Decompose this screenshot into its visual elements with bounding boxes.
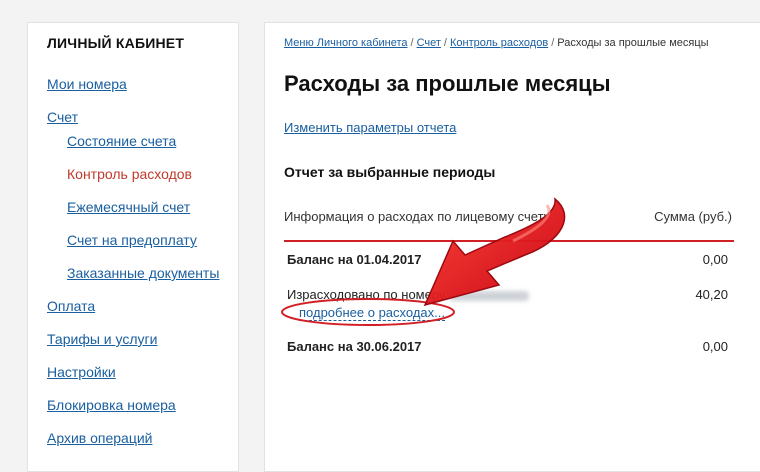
sidebar-item-account[interactable]: Счет — [47, 109, 78, 125]
report-title: Отчет за выбранные периоды — [284, 164, 496, 180]
breadcrumb-separator: / — [410, 37, 414, 49]
sidebar-title: ЛИЧНЫЙ КАБИНЕТ — [47, 35, 185, 51]
annotation-arrow-icon — [423, 197, 566, 307]
sidebar-item-account-status[interactable]: Состояние счета — [67, 133, 176, 149]
sidebar-item-number-block[interactable]: Блокировка номера — [47, 397, 176, 413]
main-content: Меню Личного кабинета / Счет / Контроль расх… — [264, 22, 760, 472]
sidebar-item-my-numbers[interactable]: Мои номера — [47, 76, 127, 92]
sidebar-item-settings[interactable]: Настройки — [47, 364, 116, 380]
breadcrumb-separator: / — [443, 37, 447, 49]
column-header-sum: Сумма (руб.) — [654, 209, 732, 224]
row-value-spent: 40,20 — [695, 287, 728, 302]
breadcrumb-current: Расходы за прошлые месяцы — [557, 37, 709, 49]
sidebar: ЛИЧНЫЙ КАБИНЕТ Мои номера Счет Состояние… — [27, 22, 239, 472]
change-params-link[interactable]: Изменить параметры отчета — [284, 120, 456, 135]
sidebar-item-tariffs[interactable]: Тарифы и услуги — [47, 331, 157, 347]
sidebar-item-operations-archive[interactable]: Архив операций — [47, 430, 153, 446]
sidebar-item-expense-control[interactable]: Контроль расходов — [67, 166, 192, 182]
row-value-opening-balance: 0,00 — [702, 252, 728, 267]
row-label-opening-balance: Баланс на 01.04.2017 — [287, 252, 422, 267]
breadcrumb-expense-control[interactable]: Контроль расходов — [450, 37, 548, 49]
row-label-closing-balance: Баланс на 30.06.2017 — [287, 339, 422, 354]
breadcrumb-account[interactable]: Счет — [417, 37, 441, 49]
breadcrumb: Меню Личного кабинета / Счет / Контроль расх… — [284, 37, 709, 49]
sidebar-item-payment[interactable]: Оплата — [47, 298, 95, 314]
sidebar-item-prepayment-bill[interactable]: Счет на предоплату — [67, 232, 197, 248]
sidebar-item-ordered-documents[interactable]: Заказанные документы — [67, 265, 219, 281]
sidebar-item-monthly-bill[interactable]: Ежемесячный счет — [67, 199, 190, 215]
breadcrumb-menu[interactable]: Меню Личного кабинета — [284, 37, 408, 49]
row-value-closing-balance: 0,00 — [702, 339, 728, 354]
breadcrumb-separator: / — [551, 37, 555, 49]
page-title: Расходы за прошлые месяцы — [284, 71, 611, 96]
